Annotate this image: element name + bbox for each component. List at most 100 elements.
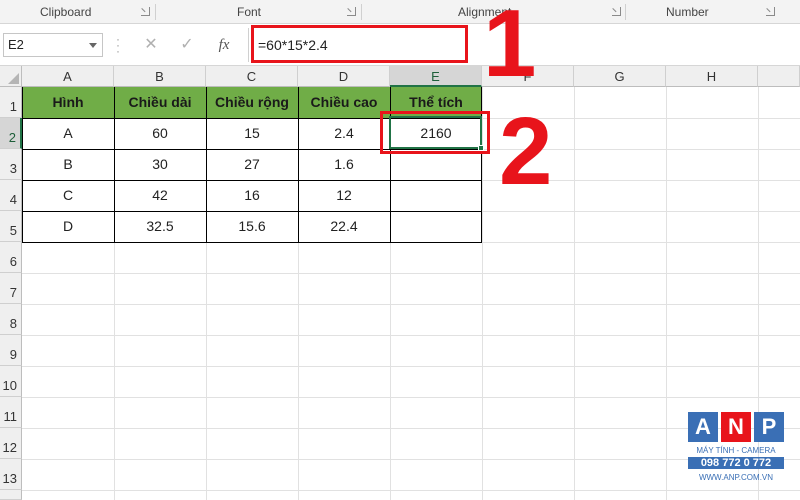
column-header-a[interactable]: A bbox=[22, 66, 114, 87]
gridline bbox=[22, 366, 800, 367]
row-number: 3 bbox=[9, 161, 17, 176]
column-header-d[interactable]: D bbox=[298, 66, 390, 87]
row-number: 2 bbox=[8, 130, 16, 145]
row-number: 7 bbox=[9, 285, 17, 300]
dialog-launcher-icon[interactable] bbox=[347, 7, 356, 16]
table-header-cell[interactable]: Hình bbox=[22, 87, 114, 118]
dialog-launcher-icon[interactable] bbox=[141, 7, 150, 16]
row-number: 4 bbox=[9, 192, 17, 207]
gridline bbox=[22, 459, 800, 460]
name-box-value: E2 bbox=[8, 37, 24, 52]
anp-logo: A N P MÁY TÍNH - CAMERA 098 772 0 772 WW… bbox=[688, 412, 784, 486]
table-cell[interactable]: 27 bbox=[206, 149, 298, 180]
row-header-9[interactable]: 9 bbox=[0, 335, 22, 366]
logo-letter: N bbox=[721, 412, 751, 442]
table-cell[interactable]: 60 bbox=[114, 118, 206, 149]
row-number: 11 bbox=[3, 409, 18, 424]
table-cell[interactable]: 32.5 bbox=[114, 211, 206, 242]
table-cell[interactable]: D bbox=[22, 211, 114, 242]
drag-handle-icon[interactable]: · · · bbox=[115, 33, 121, 57]
ribbon-group-label: Number bbox=[666, 5, 709, 19]
column-header-i[interactable] bbox=[758, 66, 800, 87]
table-cell[interactable]: B bbox=[22, 149, 114, 180]
table-cell[interactable]: A bbox=[22, 118, 114, 149]
table-cell[interactable]: 15 bbox=[206, 118, 298, 149]
annotation-number-2: 2 bbox=[499, 98, 553, 205]
row-header-1[interactable]: 1 bbox=[0, 87, 22, 118]
row-number: 5 bbox=[9, 223, 17, 238]
logo-tagline: MÁY TÍNH - CAMERA bbox=[696, 446, 776, 455]
ribbon-group-number: Number bbox=[626, 0, 800, 24]
row-number: 12 bbox=[2, 440, 17, 455]
gridline bbox=[22, 428, 800, 429]
ribbon-group-labels: Clipboard Font Alignment Number bbox=[0, 0, 800, 24]
ribbon-group-label: Clipboard bbox=[40, 5, 92, 19]
row-number: 6 bbox=[9, 254, 17, 269]
table-cell[interactable]: 12 bbox=[298, 180, 390, 211]
column-header-g[interactable]: G bbox=[574, 66, 666, 87]
name-box[interactable]: E2 bbox=[3, 33, 103, 57]
column-header-h[interactable]: H bbox=[666, 66, 758, 87]
row-header-5[interactable]: 5 bbox=[0, 211, 22, 242]
table-border bbox=[298, 87, 299, 243]
annotation-number-1: 1 bbox=[483, 0, 537, 97]
column-header-b[interactable]: B bbox=[114, 66, 206, 87]
dialog-launcher-icon[interactable] bbox=[612, 7, 621, 16]
table-header-cell[interactable]: Chiều cao bbox=[298, 87, 390, 118]
table-border bbox=[22, 87, 23, 243]
table-cell[interactable]: 15.6 bbox=[206, 211, 298, 242]
gridline bbox=[22, 335, 800, 336]
table-cell[interactable]: 1.6 bbox=[298, 149, 390, 180]
table-cell[interactable]: C bbox=[22, 180, 114, 211]
table-cell[interactable]: 22.4 bbox=[298, 211, 390, 242]
column-header-e[interactable]: E bbox=[390, 66, 482, 87]
annotation-box-formula bbox=[251, 25, 468, 63]
row-header-14[interactable] bbox=[0, 490, 22, 500]
close-icon[interactable]: ✕ bbox=[140, 34, 162, 56]
table-cell[interactable] bbox=[390, 211, 482, 242]
gridline bbox=[22, 490, 800, 491]
gridline bbox=[22, 397, 800, 398]
row-header-12[interactable]: 12 bbox=[0, 428, 22, 459]
select-all-button[interactable] bbox=[0, 66, 22, 87]
chevron-down-icon[interactable] bbox=[89, 43, 97, 48]
row-header-2[interactable]: 2 bbox=[0, 118, 22, 149]
row-header-7[interactable]: 7 bbox=[0, 273, 22, 304]
table-cell[interactable]: 16 bbox=[206, 180, 298, 211]
dialog-launcher-icon[interactable] bbox=[766, 7, 775, 16]
annotation-box-cell bbox=[380, 111, 490, 154]
row-header-11[interactable]: 11 bbox=[0, 397, 22, 428]
row-header-13[interactable]: 13 bbox=[0, 459, 22, 490]
table-header-cell[interactable]: Chiều dài bbox=[114, 87, 206, 118]
insert-function-button[interactable]: fx bbox=[213, 34, 235, 56]
logo-letter: P bbox=[754, 412, 784, 442]
row-number: 10 bbox=[2, 378, 17, 393]
row-header-8[interactable]: 8 bbox=[0, 304, 22, 335]
row-number: 1 bbox=[9, 99, 17, 114]
gridline bbox=[22, 273, 800, 274]
row-header-10[interactable]: 10 bbox=[0, 366, 22, 397]
table-cell[interactable]: 42 bbox=[114, 180, 206, 211]
logo-letter: A bbox=[688, 412, 718, 442]
table-cell[interactable]: 2.4 bbox=[298, 118, 390, 149]
gridline bbox=[22, 304, 800, 305]
logo-website: WWW.ANP.COM.VN bbox=[698, 473, 774, 482]
ribbon-group-clipboard: Clipboard bbox=[0, 0, 152, 24]
row-header-4[interactable]: 4 bbox=[0, 180, 22, 211]
row-header-3[interactable]: 3 bbox=[0, 149, 22, 180]
column-header-c[interactable]: C bbox=[206, 66, 298, 87]
table-border bbox=[206, 87, 207, 243]
ribbon-group-label: Font bbox=[237, 5, 262, 19]
row-number: 9 bbox=[9, 347, 17, 362]
ribbon-group-font: Font bbox=[156, 0, 360, 24]
table-border bbox=[114, 87, 115, 243]
table-cell[interactable]: 30 bbox=[114, 149, 206, 180]
row-header-6[interactable]: 6 bbox=[0, 242, 22, 273]
row-number: 8 bbox=[9, 316, 17, 331]
row-number: 13 bbox=[2, 471, 17, 486]
checkmark-icon[interactable]: ✓ bbox=[176, 34, 198, 56]
table-border bbox=[22, 242, 482, 243]
table-header-cell[interactable]: Chiều rộng bbox=[206, 87, 298, 118]
table-border bbox=[22, 211, 482, 212]
table-cell[interactable] bbox=[390, 180, 482, 211]
